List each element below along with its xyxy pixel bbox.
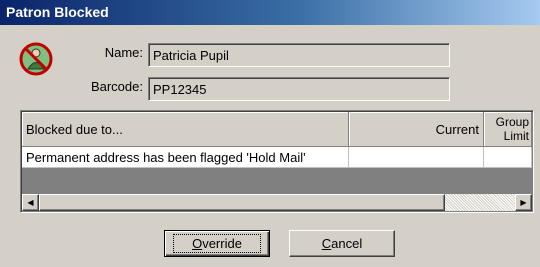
override-button-label: Override [173,234,261,253]
blocked-patron-icon [19,42,53,76]
name-field: Patricia Pupil [148,43,450,67]
col-header-group-limit[interactable]: Group Limit [484,112,532,147]
cancel-button[interactable]: Cancel [289,230,395,257]
barcode-label: Barcode: [90,79,143,94]
scroll-thumb[interactable] [39,194,445,211]
blocks-grid[interactable]: Blocked due to... Current Group Limit Pe… [20,110,534,213]
name-label: Name: [104,45,143,60]
cell-blocked-reason: Permanent address has been flagged 'Hold… [22,147,349,168]
col-header-group-text: Group [495,115,529,129]
cell-current [349,147,484,168]
barcode-field: PP12345 [148,77,450,101]
table-row[interactable]: Permanent address has been flagged 'Hold… [22,147,532,168]
arrow-left-icon: ◀ [27,198,34,207]
cell-group-limit [484,147,532,168]
arrow-right-icon: ▶ [520,198,527,207]
col-header-limit-text: Limit [503,129,529,143]
grid-header: Blocked due to... Current Group Limit [22,112,532,147]
scroll-right-button[interactable]: ▶ [515,194,532,211]
override-button[interactable]: Override [164,230,270,257]
col-header-current[interactable]: Current [349,112,484,147]
col-header-blocked-due-to[interactable]: Blocked due to... [22,112,349,147]
cancel-button-label: Cancel [321,236,363,251]
scroll-left-button[interactable]: ◀ [22,194,39,211]
horizontal-scrollbar[interactable]: ◀ ▶ [22,194,532,211]
dialog-title: Patron Blocked [0,0,540,25]
